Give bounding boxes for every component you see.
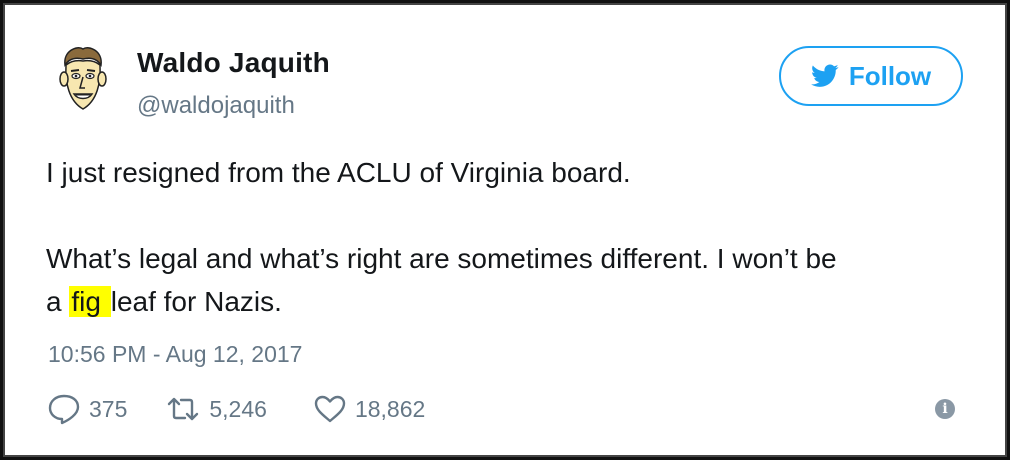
reply-icon	[48, 394, 80, 425]
user-handle[interactable]: @waldojaquith	[137, 92, 295, 120]
highlighted-word: fig	[69, 286, 111, 317]
like-count: 18,862	[354, 395, 426, 422]
tweet-actions: 375 5,246 18,862	[47, 393, 425, 425]
follow-button[interactable]: Follow	[779, 46, 963, 106]
cartoon-face-avatar-icon	[59, 47, 107, 110]
retweet-icon	[168, 397, 199, 421]
tweet-line-2: What’s legal and what’s right are someti…	[46, 243, 837, 274]
bird-icon	[810, 64, 839, 87]
retweet-count: 5,246	[209, 395, 267, 422]
tweet-line-3-suffix: leaf for Nazis.	[110, 286, 282, 317]
display-name[interactable]: Waldo Jaquith	[137, 47, 330, 79]
avatar[interactable]	[47, 43, 119, 115]
tweet-timestamp[interactable]: 10:56 PM - Aug 12, 2017	[48, 341, 302, 368]
tweet-line-3-prefix: a	[46, 286, 70, 317]
tweet-line-3: a fig leaf for Nazis.	[46, 280, 976, 323]
tweet-text: I just resigned from the ACLU of Virgini…	[46, 151, 976, 323]
tweet-line-1: I just resigned from the ACLU of Virgini…	[46, 157, 631, 188]
reply-count: 375	[89, 395, 128, 422]
tweet-card: Waldo Jaquith @waldojaquith Follow I jus…	[0, 0, 1010, 460]
follow-button-label: Follow	[848, 60, 932, 91]
info-icon[interactable]: i	[935, 399, 955, 419]
reply-button[interactable]: 375	[47, 393, 127, 425]
like-button[interactable]: 18,862	[313, 394, 425, 424]
heart-icon	[314, 395, 346, 423]
retweet-button[interactable]: 5,246	[165, 395, 267, 423]
